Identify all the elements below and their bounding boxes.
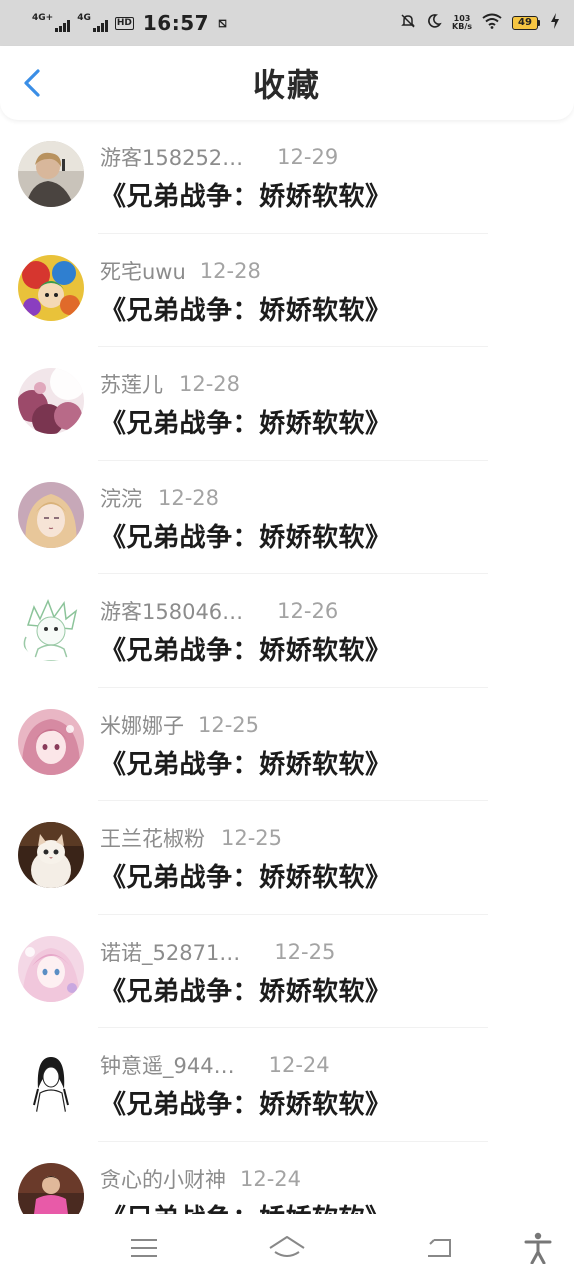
signal-4g-plus-icon: 4G+ [32,14,71,32]
avatar[interactable] [18,1162,84,1214]
item-meta: 诺诺_52871… 12-25 [100,937,335,967]
item-date: 12-24 [240,1166,302,1191]
status-right: 103 KB/s 49 [400,13,560,33]
item-date: 12-25 [274,939,336,964]
item-username: 浣浣 [100,486,142,511]
item-title[interactable]: 《兄弟战争：娇娇软软》 [100,630,392,667]
home-button[interactable] [265,1226,309,1270]
avatar[interactable] [18,254,84,321]
favorites-list[interactable]: 游客158252… 12-29 《兄弟战争：娇娇软软》 死宅uwu 12-28 … [0,120,574,1214]
avatar[interactable] [18,141,84,207]
item-date: 12-25 [198,712,260,737]
item-meta: 米娜娜子 12-25 [100,710,259,740]
item-username: 诺诺_52871… [100,940,241,965]
item-meta: 死宅uwu 12-28 [100,256,261,286]
item-username: 钟意遥_944… [100,1054,235,1078]
back-button[interactable] [14,64,50,102]
avatar[interactable] [18,481,84,548]
avatar[interactable] [18,822,84,888]
menu-button[interactable] [122,1226,166,1270]
item-username: 游客158046… [100,600,244,624]
item-title[interactable]: 《兄弟战争：娇娇软软》 [100,403,392,440]
status-bar: 4G+ 4G HD 16:57 ⧅ 103 KB/s 49 [0,0,574,46]
avatar[interactable] [18,368,84,434]
status-left: 4G+ 4G HD 16:57 ⧅ [32,11,227,35]
item-username: 苏莲儿 [100,373,163,397]
item-title[interactable]: 《兄弟战争：娇娇软软》 [100,290,392,327]
notification-icon: ⧅ [218,15,227,31]
list-item[interactable]: 米娜娜子 12-25 《兄弟战争：娇娇软软》 [0,688,574,801]
accessibility-button[interactable] [516,1226,560,1270]
menu-icon [131,1239,157,1257]
list-item[interactable]: 游客158252… 12-29 《兄弟战争：娇娇软软》 [0,120,574,234]
item-date: 12-29 [277,145,339,169]
item-meta: 王兰花椒粉 12-25 [100,823,282,853]
charging-icon [550,13,560,33]
chevron-left-icon [24,69,40,97]
avatar[interactable] [18,708,84,775]
item-username: 贪心的小财神 [100,1167,226,1192]
item-meta: 贪心的小财神 12-24 [100,1164,301,1194]
item-meta: 钟意遥_944… 12-24 [100,1050,330,1080]
back-icon [428,1239,451,1257]
item-username: 米娜娜子 [100,713,184,738]
item-meta: 游客158046… 12-26 [100,596,338,626]
list-item[interactable]: 死宅uwu 12-28 《兄弟战争：娇娇软软》 [0,234,574,347]
item-title[interactable]: 《兄弟战争：娇娇软软》 [100,744,392,781]
avatar[interactable] [18,595,84,661]
system-nav-bar [0,1214,574,1280]
item-title[interactable]: 《兄弟战争：娇娇软软》 [100,1084,392,1121]
item-title[interactable]: 《兄弟战争：娇娇软软》 [100,517,392,554]
item-title[interactable]: 《兄弟战争：娇娇软软》 [100,1198,392,1215]
moon-icon [426,13,442,33]
list-item[interactable]: 贪心的小财神 12-24 《兄弟战争：娇娇软软》 [0,1142,574,1215]
list-item[interactable]: 游客158046… 12-26 《兄弟战争：娇娇软软》 [0,574,574,688]
page-title: 收藏 [252,66,321,104]
avatar[interactable] [18,935,84,1002]
item-date: 12-28 [179,372,241,396]
item-title[interactable]: 《兄弟战争：娇娇软软》 [100,971,392,1008]
item-title[interactable]: 《兄弟战争：娇娇软软》 [100,176,392,213]
list-item[interactable]: 苏莲儿 12-28 《兄弟战争：娇娇软软》 [0,347,574,461]
item-meta: 苏莲儿 12-28 [100,369,240,399]
list-item[interactable]: 钟意遥_944… 12-24 《兄弟战争：娇娇软软》 [0,1028,574,1142]
item-username: 死宅uwu [100,259,186,284]
item-title[interactable]: 《兄弟战争：娇娇软软》 [100,857,392,894]
signal-4g-icon: 4G [77,14,108,32]
network-speed: 103 KB/s [452,14,472,31]
back-nav-button[interactable] [416,1226,460,1270]
avatar[interactable] [18,1049,84,1115]
hd-voice-icon: HD [114,16,134,30]
home-icon [269,1236,305,1257]
item-date: 12-25 [221,826,283,850]
item-meta: 游客158252… 12-29 [100,142,338,172]
item-username: 游客158252… [100,146,244,170]
battery-icon: 49 [512,16,540,30]
app-header: 收藏 [0,46,574,120]
wifi-icon [482,13,502,33]
item-date: 12-28 [158,485,220,510]
item-username: 王兰花椒粉 [100,827,205,851]
list-item[interactable]: 浣浣 12-28 《兄弟战争：娇娇软软》 [0,461,574,574]
item-date: 12-28 [199,258,261,283]
accessibility-icon [524,1232,552,1264]
mute-bell-icon [400,13,416,33]
item-date: 12-26 [277,599,339,623]
list-item[interactable]: 王兰花椒粉 12-25 《兄弟战争：娇娇软软》 [0,801,574,915]
item-date: 12-24 [268,1053,330,1077]
clock: 16:57 [142,11,210,35]
item-meta: 浣浣 12-28 [100,483,219,513]
list-item[interactable]: 诺诺_52871… 12-25 《兄弟战争：娇娇软软》 [0,915,574,1028]
